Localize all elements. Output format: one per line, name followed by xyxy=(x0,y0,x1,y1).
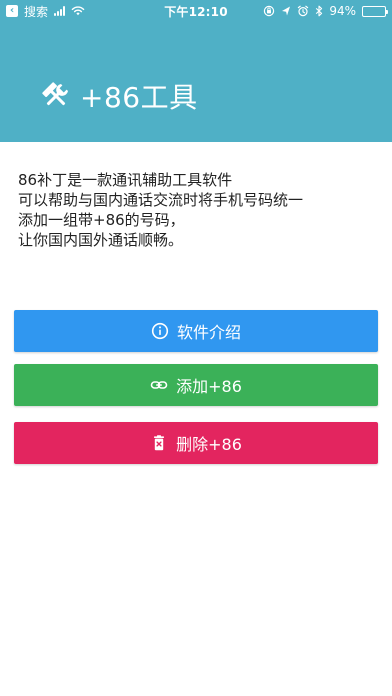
alarm-icon xyxy=(298,5,309,17)
add-86-button[interactable]: 添加+86 xyxy=(14,364,378,406)
description-line: 添加一组带+86的号码， xyxy=(18,211,185,229)
battery-icon xyxy=(362,5,388,17)
info-icon xyxy=(151,322,169,340)
delete-86-label: 删除+86 xyxy=(176,435,242,454)
bluetooth-icon xyxy=(316,5,323,17)
description-line: 让你国内国外通话顺畅。 xyxy=(18,231,184,249)
link-icon xyxy=(150,381,168,389)
location-arrow-icon xyxy=(282,6,291,16)
status-bar: ‹ 搜索 下午12:10 94% xyxy=(0,0,392,22)
description-line: 可以帮助与国内通话交流时将手机号码统一 xyxy=(18,191,304,209)
tools-icon xyxy=(42,82,69,106)
delete-86-button[interactable]: 删除+86 xyxy=(14,422,378,464)
app-title-text: +86工具 xyxy=(80,81,198,114)
app-screen: ‹ 搜索 下午12:10 94% +86工具 86补丁是一款通讯辅助工具软件 可… xyxy=(0,0,392,696)
battery-percent: 94% xyxy=(329,4,356,18)
app-description: 86补丁是一款通讯辅助工具软件 可以帮助与国内通话交流时将手机号码统一 添加一组… xyxy=(18,170,374,250)
orientation-lock-icon xyxy=(264,5,275,17)
header: ‹ 搜索 下午12:10 94% +86工具 xyxy=(0,0,392,142)
description-line: 86补丁是一款通讯辅助工具软件 xyxy=(18,171,233,189)
software-intro-button[interactable]: 软件介绍 xyxy=(14,310,378,352)
trash-icon xyxy=(154,435,165,451)
app-title: +86工具 xyxy=(40,76,198,116)
add-86-label: 添加+86 xyxy=(176,377,242,396)
status-right: 94% xyxy=(263,3,388,19)
software-intro-label: 软件介绍 xyxy=(176,323,241,342)
